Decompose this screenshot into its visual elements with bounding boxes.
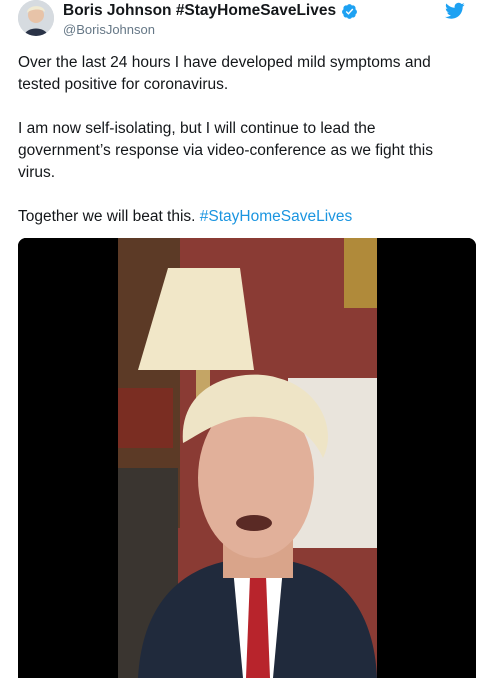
tweet-paragraph-3: Together we will beat this. #StayHomeSav… [18, 206, 468, 228]
tweet-paragraph-1: Over the last 24 hours I have developed … [18, 54, 431, 93]
tweet-text: Over the last 24 hours I have developed … [18, 52, 468, 250]
verified-badge-icon [342, 3, 358, 19]
tweet-video[interactable] [18, 238, 476, 678]
tweet-paragraph-2: I am now self-isolating, but I will cont… [18, 120, 433, 181]
handle[interactable]: @BorisJohnson [63, 21, 358, 39]
hashtag-link[interactable]: #StayHomeSaveLives [200, 208, 353, 225]
display-name[interactable]: Boris Johnson #StayHomeSaveLives [63, 1, 336, 21]
tweet-header: Boris Johnson #StayHomeSaveLives @BorisJ… [18, 0, 465, 44]
closing-text: Together we will beat this. [18, 208, 196, 225]
twitter-bird-icon[interactable] [445, 2, 465, 20]
author-names: Boris Johnson #StayHomeSaveLives @BorisJ… [63, 1, 358, 39]
avatar[interactable] [18, 0, 54, 36]
video-frame [18, 238, 476, 678]
